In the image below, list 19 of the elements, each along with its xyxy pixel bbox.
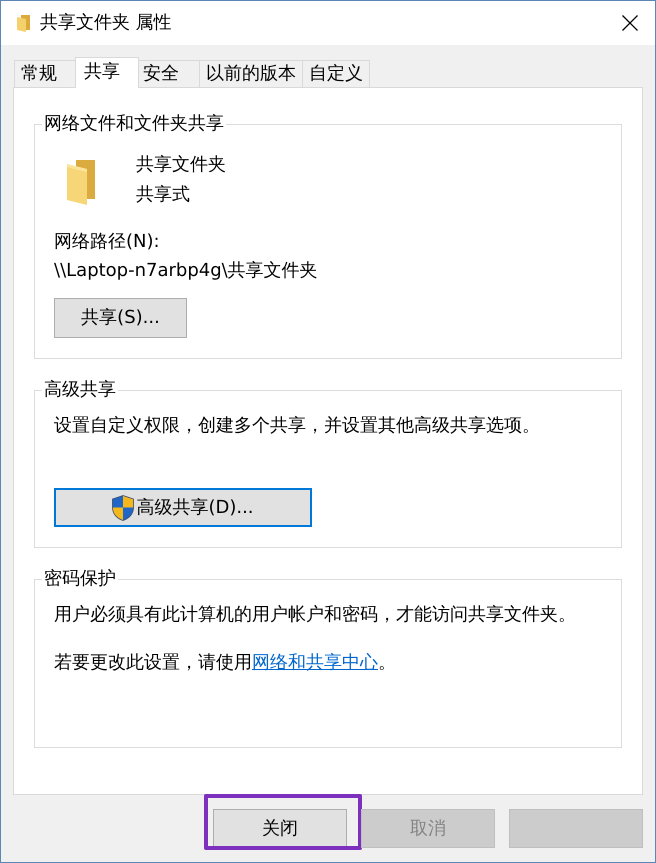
description-text: 设置自定义权限，创建多个共享，并设置其他高级共享选项。 [54,414,540,438]
network-path-text: \\Laptop-n7arbp4g\共享文件夹 [54,259,318,283]
description-text: 用户必须具有此计算机的用户帐户和密码，才能访问共享文件夹。 [54,603,576,627]
tab[interactable]: 自定义 [302,60,370,87]
dialog-button[interactable]: 关闭 [213,809,347,848]
share-status-text: 共享式 [136,183,190,207]
dialog-button[interactable]: 高级共享(D)... [54,488,312,527]
dialog-button[interactable]: 共享(S)... [54,298,187,338]
folder-icon [67,160,95,205]
tab[interactable]: 共享 [75,57,139,88]
description-text: 若要更改此设置，请使用网络和共享中心。 [54,651,396,675]
window-title: 共享文件夹 属性 [40,11,172,35]
close-icon[interactable] [622,15,638,31]
field-label: 网络路径(N): [54,230,160,254]
folder-icon [17,14,30,32]
folder-name-text: 共享文件夹 [136,153,226,177]
network-center-link[interactable]: 网络和共享中心 [252,652,378,673]
tab[interactable]: 常规 [14,60,78,87]
group-title: 高级共享 [42,379,118,401]
